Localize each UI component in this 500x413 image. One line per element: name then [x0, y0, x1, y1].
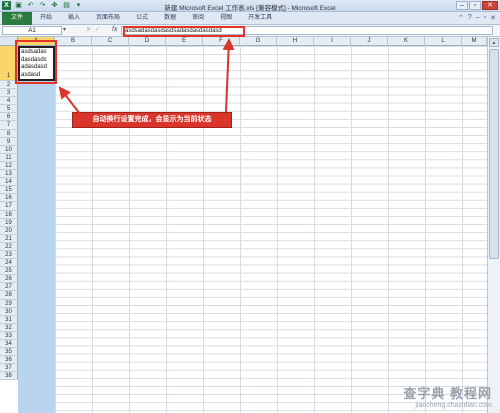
row-header[interactable]: 31: [0, 315, 18, 324]
formula-highlight-box: [123, 26, 245, 37]
cancel-icon[interactable]: ✕: [86, 26, 91, 33]
column-header[interactable]: K: [388, 37, 425, 46]
cell-highlight-box: [15, 40, 57, 84]
row-header[interactable]: 9: [0, 137, 18, 146]
close-workbook-icon[interactable]: ✕: [490, 14, 496, 22]
window-title: 新建 Microsoft Excel 工作表.xls [兼容模式] - Micr…: [164, 5, 336, 12]
tab-review[interactable]: 审阅: [184, 12, 212, 25]
column-headers: ABCDEFGHIJKLM: [18, 37, 487, 46]
row-header[interactable]: 37: [0, 364, 18, 373]
row-header[interactable]: 30: [0, 307, 18, 316]
formula-bar: A1 ▾ ✕ ✓ fx asdsadasdasdasdsadasdasdasda…: [0, 25, 500, 37]
spreadsheet-grid: ABCDEFGHIJKLM 1 2 3 4 5 6 7 8 9 10 11 12 13 14 15 16 17 1…: [0, 37, 487, 413]
row-header[interactable]: 4: [0, 97, 18, 106]
formula-edit-icons: ✕ ✓: [86, 26, 100, 33]
tab-formulas[interactable]: 公式: [128, 12, 156, 25]
collapse-ribbon-icon[interactable]: ⌃: [458, 14, 464, 22]
column-header[interactable]: G: [240, 37, 277, 46]
row-header[interactable]: 13: [0, 170, 18, 179]
annotation-callout: 自动换行设置完成，会显示为当前状态: [72, 112, 232, 128]
row-header[interactable]: 32: [0, 323, 18, 332]
row-header[interactable]: 29: [0, 299, 18, 308]
row-header[interactable]: 6: [0, 113, 18, 122]
watermark-url: jiaocheng.chazidian.com: [415, 402, 492, 409]
restore-workbook-icon[interactable]: ▫: [484, 14, 486, 22]
row-header[interactable]: 18: [0, 210, 18, 219]
close-button[interactable]: ✕: [482, 1, 498, 10]
minimize-workbook-icon[interactable]: –: [476, 14, 480, 22]
row-header[interactable]: 24: [0, 259, 18, 268]
tab-home[interactable]: 开始: [32, 12, 60, 25]
column-header[interactable]: I: [314, 37, 351, 46]
row-header[interactable]: 10: [0, 145, 18, 154]
tab-developer[interactable]: 开发工具: [240, 12, 280, 25]
restore-button[interactable]: ▫: [469, 1, 481, 10]
row-headers: 1 2 3 4 5 6 7 8 9 10 11 12 13 14 15 16 17 18 19 20 21 22 23 24 2…: [0, 46, 18, 381]
title-bar: X ▣ ↶ ↷ ✥ ▤ ▾ 新建 Microsoft Excel 工作表.xls…: [0, 0, 500, 12]
column-header[interactable]: D: [129, 37, 166, 46]
ribbon: 文件 开始 插入 页面布局 公式 数据 审阅 视图 开发工具 ⌃ ? – ▫ ✕: [0, 12, 500, 25]
row-header[interactable]: 22: [0, 242, 18, 251]
row-header[interactable]: 5: [0, 105, 18, 114]
column-header[interactable]: F: [203, 37, 240, 46]
column-header[interactable]: M: [462, 37, 487, 46]
tab-file[interactable]: 文件: [2, 12, 33, 25]
column-header[interactable]: H: [277, 37, 314, 46]
window-controls: – ▫ ✕: [456, 1, 498, 10]
vertical-scrollbar[interactable]: ▲: [487, 37, 500, 413]
watermark-title: 查字典 教程网: [403, 386, 492, 401]
row-header[interactable]: 26: [0, 275, 18, 284]
column-a-selection: [18, 46, 55, 413]
help-icon[interactable]: ?: [468, 14, 472, 22]
row-header[interactable]: 23: [0, 250, 18, 260]
row-header[interactable]: 14: [0, 178, 18, 187]
row-header[interactable]: 19: [0, 218, 18, 227]
name-box-dropdown-icon[interactable]: ▾: [63, 26, 66, 33]
row-header[interactable]: 38: [0, 372, 18, 381]
tab-insert[interactable]: 插入: [60, 12, 88, 25]
minimize-button[interactable]: –: [456, 1, 468, 10]
row-header[interactable]: 36: [0, 356, 18, 365]
ribbon-tabs: 文件 开始 插入 页面布局 公式 数据 审阅 视图 开发工具: [0, 12, 500, 25]
row-header[interactable]: 3: [0, 89, 18, 98]
enter-icon[interactable]: ✓: [95, 26, 100, 33]
row-header[interactable]: 28: [0, 291, 18, 300]
row-header[interactable]: 34: [0, 340, 18, 349]
column-header[interactable]: B: [55, 37, 92, 46]
row-header[interactable]: 16: [0, 194, 18, 203]
watermark: 查字典 教程网 jiaocheng.chazidian.com: [403, 383, 492, 409]
cell-area[interactable]: [18, 46, 487, 413]
row-header[interactable]: 11: [0, 153, 18, 162]
row-header[interactable]: 21: [0, 234, 18, 243]
row-header[interactable]: 35: [0, 348, 18, 357]
row-header[interactable]: 25: [0, 267, 18, 276]
insert-function-icon[interactable]: fx: [112, 26, 117, 33]
scroll-thumb[interactable]: [489, 49, 499, 259]
tab-view[interactable]: 视图: [212, 12, 240, 25]
row-header[interactable]: 8: [0, 129, 18, 138]
name-box[interactable]: A1: [2, 26, 62, 35]
ribbon-right-controls: ⌃ ? – ▫ ✕: [458, 14, 496, 22]
column-header[interactable]: J: [351, 37, 388, 46]
tab-data[interactable]: 数据: [156, 12, 184, 25]
column-header[interactable]: L: [425, 37, 462, 46]
row-header[interactable]: 12: [0, 161, 18, 171]
column-header[interactable]: E: [166, 37, 203, 46]
row-header[interactable]: 17: [0, 202, 18, 211]
row-header[interactable]: 7: [0, 121, 18, 130]
row-header[interactable]: 27: [0, 283, 18, 292]
scroll-up-icon[interactable]: ▲: [489, 38, 499, 47]
row-header[interactable]: 15: [0, 186, 18, 195]
row-header[interactable]: 33: [0, 331, 18, 340]
column-header[interactable]: C: [92, 37, 129, 46]
tab-page-layout[interactable]: 页面布局: [88, 12, 128, 25]
row-header[interactable]: 20: [0, 226, 18, 235]
